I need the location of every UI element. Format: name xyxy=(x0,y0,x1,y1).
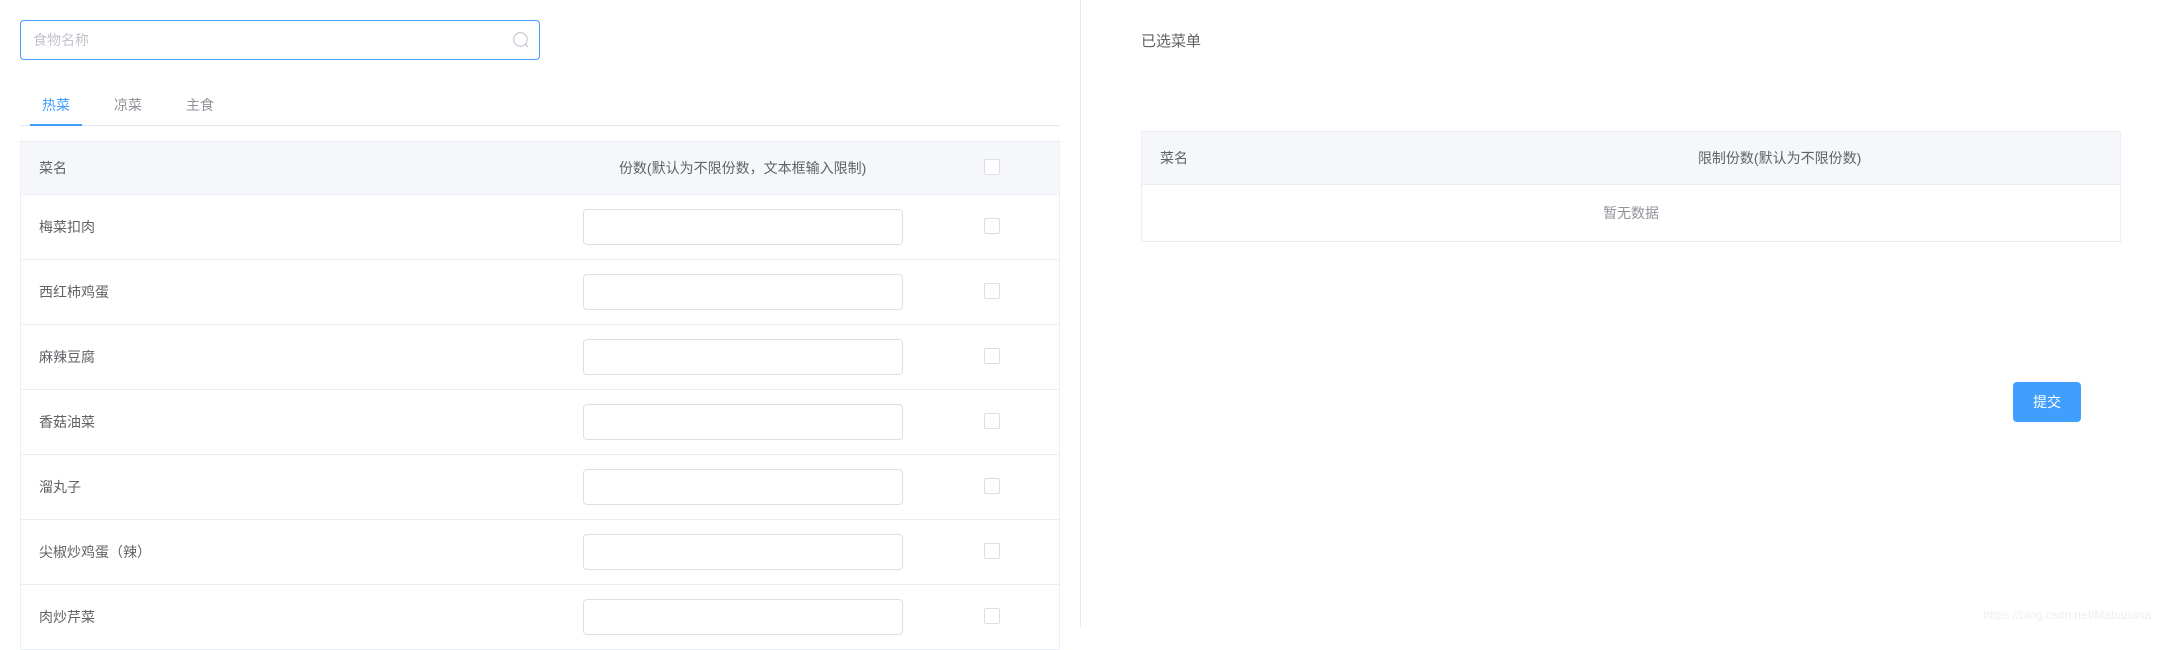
table-row: 香菇油菜 xyxy=(21,390,1060,455)
selected-menu-panel: 已选菜单 菜名 限制份数(默认为不限份数) 暂无数据 提交 xyxy=(1080,0,2161,627)
row-checkbox[interactable] xyxy=(984,543,1000,559)
empty-text: 暂无数据 xyxy=(1142,185,2121,242)
row-checkbox[interactable] xyxy=(984,608,1000,624)
row-checkbox[interactable] xyxy=(984,218,1000,234)
header-dish-name: 菜名 xyxy=(21,142,561,195)
quantity-input[interactable] xyxy=(583,339,903,375)
quantity-input[interactable] xyxy=(583,209,903,245)
submit-button[interactable]: 提交 xyxy=(2013,382,2081,422)
header-selected-limit: 限制份数(默认为不限份数) xyxy=(1680,132,2121,185)
quantity-input[interactable] xyxy=(583,274,903,310)
row-checkbox[interactable] xyxy=(984,478,1000,494)
selected-title: 已选菜单 xyxy=(1141,20,2121,61)
quantity-input[interactable] xyxy=(583,599,903,635)
search-wrap xyxy=(20,20,540,60)
submit-wrap: 提交 xyxy=(1141,382,2121,422)
tab-staple-food[interactable]: 主食 xyxy=(164,85,236,125)
dish-name-cell: 香菇油菜 xyxy=(21,390,561,455)
table-row: 肉炒芹菜 xyxy=(21,585,1060,650)
header-selected-name: 菜名 xyxy=(1142,132,1680,185)
dish-name-cell: 西红柿鸡蛋 xyxy=(21,260,561,325)
category-tabs: 热菜 凉菜 主食 xyxy=(20,85,1060,126)
dish-table: 菜名 份数(默认为不限份数，文本框输入限制) 梅菜扣肉 西红柿鸡蛋 麻辣豆腐 xyxy=(20,141,1060,650)
empty-row: 暂无数据 xyxy=(1142,185,2121,242)
dish-name-cell: 麻辣豆腐 xyxy=(21,325,561,390)
header-quantity: 份数(默认为不限份数，文本框输入限制) xyxy=(561,142,925,195)
quantity-input[interactable] xyxy=(583,534,903,570)
table-row: 尖椒炒鸡蛋（辣） xyxy=(21,520,1060,585)
tab-cold-dish[interactable]: 凉菜 xyxy=(92,85,164,125)
selected-table: 菜名 限制份数(默认为不限份数) 暂无数据 xyxy=(1141,131,2121,242)
select-all-checkbox[interactable] xyxy=(984,159,1000,175)
watermark: https://blog.csdn.net/Mabanana xyxy=(1984,608,2151,622)
dish-name-cell: 肉炒芹菜 xyxy=(21,585,561,650)
table-row: 麻辣豆腐 xyxy=(21,325,1060,390)
dish-name-cell: 尖椒炒鸡蛋（辣） xyxy=(21,520,561,585)
quantity-input[interactable] xyxy=(583,404,903,440)
table-row: 溜丸子 xyxy=(21,455,1060,520)
dish-table-body: 梅菜扣肉 西红柿鸡蛋 麻辣豆腐 香菇油菜 溜丸子 xyxy=(21,195,1060,650)
dish-name-cell: 溜丸子 xyxy=(21,455,561,520)
row-checkbox[interactable] xyxy=(984,413,1000,429)
quantity-input[interactable] xyxy=(583,469,903,505)
tab-hot-dish[interactable]: 热菜 xyxy=(20,85,92,125)
food-selection-panel: 热菜 凉菜 主食 菜名 份数(默认为不限份数，文本框输入限制) 梅菜扣肉 西红柿… xyxy=(0,0,1080,627)
header-select-all xyxy=(924,142,1059,195)
row-checkbox[interactable] xyxy=(984,283,1000,299)
table-row: 西红柿鸡蛋 xyxy=(21,260,1060,325)
dish-name-cell: 梅菜扣肉 xyxy=(21,195,561,260)
search-input[interactable] xyxy=(20,20,540,60)
table-row: 梅菜扣肉 xyxy=(21,195,1060,260)
row-checkbox[interactable] xyxy=(984,348,1000,364)
search-icon xyxy=(512,31,530,49)
